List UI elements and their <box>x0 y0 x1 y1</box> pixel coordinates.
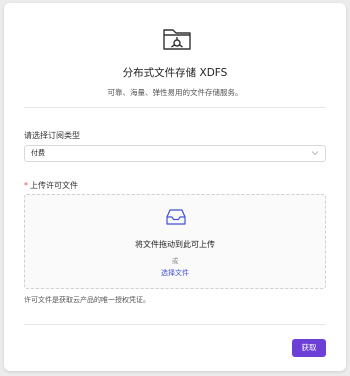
or-text: 或 <box>171 257 179 265</box>
subscription-type-label: 请选择订阅类型 <box>24 131 80 140</box>
page-title: 分布式文件存储 XDFS <box>122 67 228 79</box>
subscription-type-select[interactable]: 付费 <box>24 145 326 162</box>
divider-top <box>24 107 326 108</box>
select-file-link[interactable]: 选择文件 <box>25 268 325 278</box>
page-subtitle: 可靠、海量、弹性易用的文件存储服务。 <box>107 88 243 97</box>
required-mark: * <box>24 181 28 190</box>
chevron-down-icon <box>311 151 319 156</box>
divider-bottom <box>24 324 326 325</box>
inbox-icon <box>166 209 186 225</box>
folder-network-icon <box>163 29 191 50</box>
drag-hint: 将文件拖动到此可上传 <box>135 240 215 249</box>
upload-dropzone[interactable]: 将文件拖动到此可上传 或 选择文件 <box>24 194 326 289</box>
get-button[interactable]: 获取 <box>292 339 326 357</box>
upload-license-label: * 上传许可文件 <box>24 180 78 191</box>
license-hint: 许可文件是获取云产品的唯一授权凭证。 <box>24 296 150 304</box>
license-card: 分布式文件存储 XDFS 可靠、海量、弹性易用的文件存储服务。 请选择订阅类型 … <box>4 3 346 371</box>
subscription-type-value: 付费 <box>31 149 45 157</box>
upload-license-text: 上传许可文件 <box>30 181 78 190</box>
